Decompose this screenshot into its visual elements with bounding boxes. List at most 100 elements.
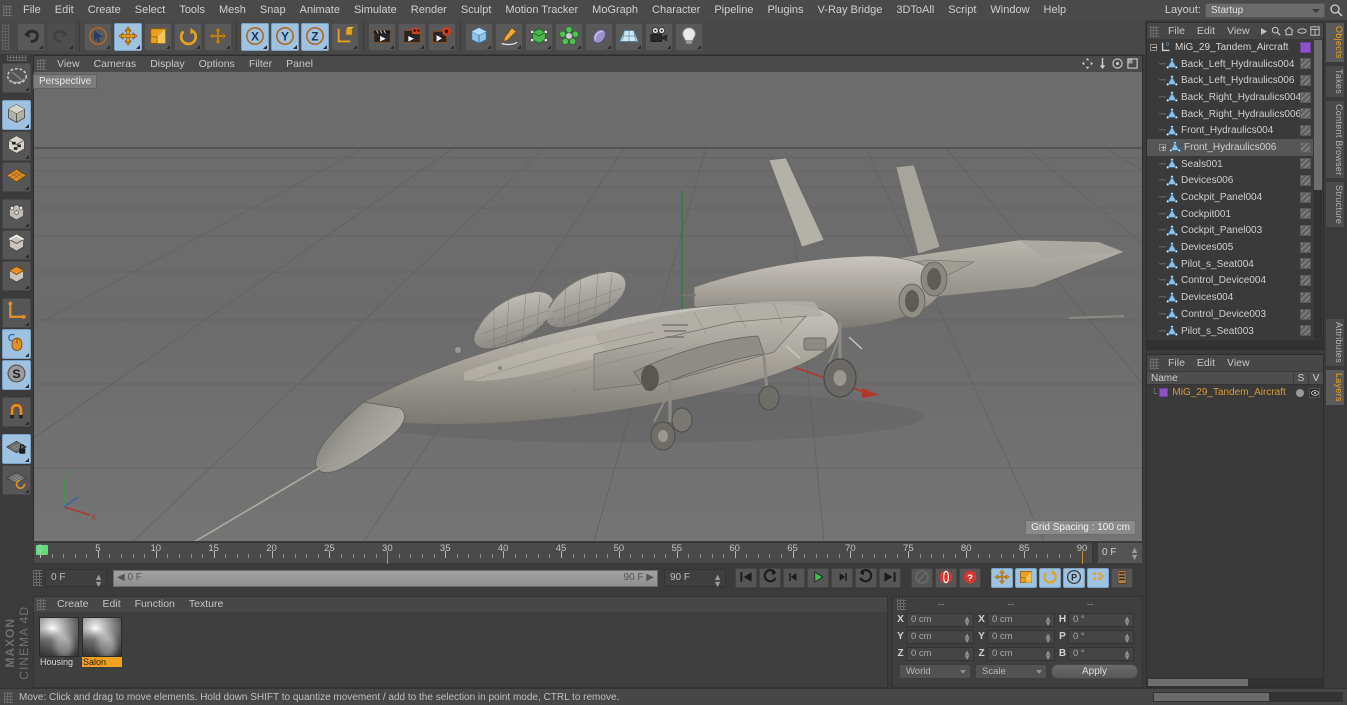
dock-tab-structure[interactable]: Structure bbox=[1325, 181, 1345, 229]
workplane-tool[interactable] bbox=[2, 162, 31, 192]
object-tag-icon[interactable] bbox=[1300, 191, 1311, 203]
fit-icon[interactable] bbox=[1310, 26, 1320, 36]
menu-simulate[interactable]: Simulate bbox=[347, 0, 404, 20]
size-mode-dropdown[interactable]: Scale bbox=[975, 664, 1047, 679]
dock-tab-takes[interactable]: Takes bbox=[1325, 64, 1345, 98]
menu-create[interactable]: Create bbox=[81, 0, 128, 20]
object-tag-icon[interactable] bbox=[1300, 258, 1311, 270]
rotation-field[interactable]: 0 ° ▲ ▼ bbox=[1068, 646, 1134, 661]
edges-mode-tool[interactable] bbox=[2, 230, 31, 260]
overflow-corner-icon[interactable] bbox=[25, 155, 29, 159]
cube-primitive-button[interactable] bbox=[465, 23, 493, 51]
layer-manager-hscrollbar[interactable] bbox=[1147, 678, 1323, 687]
menu-render[interactable]: Render bbox=[404, 0, 454, 20]
overflow-corner-icon[interactable] bbox=[353, 45, 357, 49]
timeline-scrubber[interactable]: ◀ 0 F 90 F ▶ bbox=[113, 569, 658, 587]
status-scrollbar[interactable] bbox=[1153, 692, 1343, 702]
menu-mograph[interactable]: MoGraph bbox=[585, 0, 645, 20]
record-rotation-button[interactable] bbox=[1039, 568, 1061, 588]
overflow-corner-icon[interactable] bbox=[106, 45, 110, 49]
menu-pipeline[interactable]: Pipeline bbox=[707, 0, 760, 20]
overflow-corner-icon[interactable] bbox=[136, 45, 140, 49]
scrollbar-thumb[interactable] bbox=[1154, 693, 1269, 701]
object-tag-icon[interactable] bbox=[1300, 74, 1311, 86]
material-menu-create[interactable]: Create bbox=[50, 597, 96, 612]
layer-menu-edit[interactable]: Edit bbox=[1191, 355, 1221, 371]
material-menu-function[interactable]: Function bbox=[128, 597, 182, 612]
object-tag-icon[interactable] bbox=[1300, 325, 1311, 337]
object-manager-grip[interactable] bbox=[1150, 25, 1159, 37]
object-tree-row[interactable]: 0 MiG_29_Tandem_Aircraft bbox=[1147, 39, 1313, 56]
object-tree-row[interactable]: ─ Seals001 bbox=[1147, 156, 1313, 173]
magnet-tool[interactable] bbox=[2, 397, 31, 427]
dock-tab-objects[interactable]: Objects bbox=[1325, 22, 1345, 63]
play-button[interactable] bbox=[807, 568, 829, 588]
overflow-corner-icon[interactable] bbox=[25, 124, 29, 128]
dock-tab-content-browser[interactable]: Content Browser bbox=[1325, 99, 1345, 180]
step-forward-button[interactable] bbox=[831, 568, 853, 588]
layer-menu-view[interactable]: View bbox=[1221, 355, 1256, 371]
spinner-icon[interactable]: ▲ ▼ bbox=[713, 573, 722, 589]
menu-v-ray-bridge[interactable]: V-Ray Bridge bbox=[811, 0, 890, 20]
status-grip[interactable] bbox=[4, 691, 13, 703]
object-tag-icon[interactable] bbox=[1300, 291, 1311, 303]
spinner-icon[interactable]: ▲ ▼ bbox=[1123, 648, 1131, 661]
object-tree-row[interactable]: ─ Devices005 bbox=[1147, 239, 1313, 256]
overflow-corner-icon[interactable] bbox=[25, 322, 29, 326]
layer-color-tag[interactable] bbox=[1300, 41, 1311, 53]
viewport-menu-cameras[interactable]: Cameras bbox=[87, 56, 144, 72]
material-manager-grip[interactable] bbox=[37, 599, 46, 610]
lock-z-button[interactable]: Z bbox=[301, 23, 329, 51]
object-tag-icon[interactable] bbox=[1300, 158, 1311, 170]
spinner-icon[interactable]: ▲ ▼ bbox=[963, 631, 971, 644]
object-tree[interactable]: 0 MiG_29_Tandem_Aircraft ─ Back_Left_Hydrau… bbox=[1147, 39, 1313, 340]
menu-plugins[interactable]: Plugins bbox=[760, 0, 810, 20]
spinner-icon[interactable]: ▲ ▼ bbox=[963, 648, 971, 661]
object-manager-scrollbar[interactable] bbox=[1314, 40, 1322, 339]
viewport-menu-options[interactable]: Options bbox=[192, 56, 242, 72]
spinner-icon[interactable]: ▲ ▼ bbox=[94, 573, 103, 589]
array-button[interactable] bbox=[555, 23, 583, 51]
spinner-icon[interactable]: ▲ ▼ bbox=[1044, 614, 1052, 627]
overflow-corner-icon[interactable] bbox=[25, 254, 29, 258]
tree-expander-icon[interactable] bbox=[1159, 143, 1166, 151]
menu-3dtoall[interactable]: 3DToAll bbox=[889, 0, 941, 20]
menu-snap[interactable]: Snap bbox=[253, 0, 293, 20]
render-region-button[interactable] bbox=[398, 23, 426, 51]
go-to-start-button[interactable] bbox=[735, 568, 757, 588]
overflow-corner-icon[interactable] bbox=[323, 45, 327, 49]
overflow-corner-icon[interactable] bbox=[577, 45, 581, 49]
soft-selection-tool[interactable]: S bbox=[2, 360, 31, 390]
apply-button[interactable]: Apply bbox=[1051, 664, 1138, 679]
overflow-corner-icon[interactable] bbox=[25, 384, 29, 388]
home-icon[interactable] bbox=[1284, 26, 1294, 36]
timeline-grip[interactable] bbox=[33, 570, 42, 586]
object-tree-row[interactable]: ─ Cockpit001 bbox=[1147, 206, 1313, 223]
coordinate-grip[interactable] bbox=[897, 598, 906, 610]
model-mode-tool[interactable] bbox=[2, 100, 31, 130]
overflow-corner-icon[interactable] bbox=[293, 45, 297, 49]
overflow-corner-icon[interactable] bbox=[25, 353, 29, 357]
undo-button[interactable] bbox=[17, 23, 45, 51]
render-settings-button[interactable] bbox=[428, 23, 456, 51]
viewport-canvas[interactable]: Y X Grid Spacing : 100 cm bbox=[34, 72, 1142, 541]
object-tree-row[interactable]: ─ Front_Hydraulics004 bbox=[1147, 122, 1313, 139]
menu-mesh[interactable]: Mesh bbox=[212, 0, 253, 20]
size-field[interactable]: 0 cm ▲ ▼ bbox=[987, 629, 1055, 644]
tree-expander-icon[interactable] bbox=[1150, 43, 1157, 51]
material-swatch[interactable]: Salon bbox=[82, 617, 122, 667]
left-palette-grip[interactable] bbox=[6, 55, 27, 61]
overflow-corner-icon[interactable] bbox=[25, 186, 29, 190]
overflow-corner-icon[interactable] bbox=[263, 45, 267, 49]
overflow-corner-icon[interactable] bbox=[25, 285, 29, 289]
overflow-corner-icon[interactable] bbox=[517, 45, 521, 49]
overflow-corner-icon[interactable] bbox=[450, 45, 454, 49]
overflow-corner-icon[interactable] bbox=[25, 489, 29, 493]
search-icon[interactable] bbox=[1329, 3, 1343, 17]
pan-view-icon[interactable] bbox=[1082, 58, 1093, 69]
overflow-corner-icon[interactable] bbox=[226, 45, 230, 49]
object-tag-icon[interactable] bbox=[1300, 124, 1311, 136]
overflow-corner-icon[interactable] bbox=[637, 45, 641, 49]
deformer-button[interactable] bbox=[585, 23, 613, 51]
object-tree-row[interactable]: ─ Back_Left_Hydraulics004 bbox=[1147, 56, 1313, 73]
